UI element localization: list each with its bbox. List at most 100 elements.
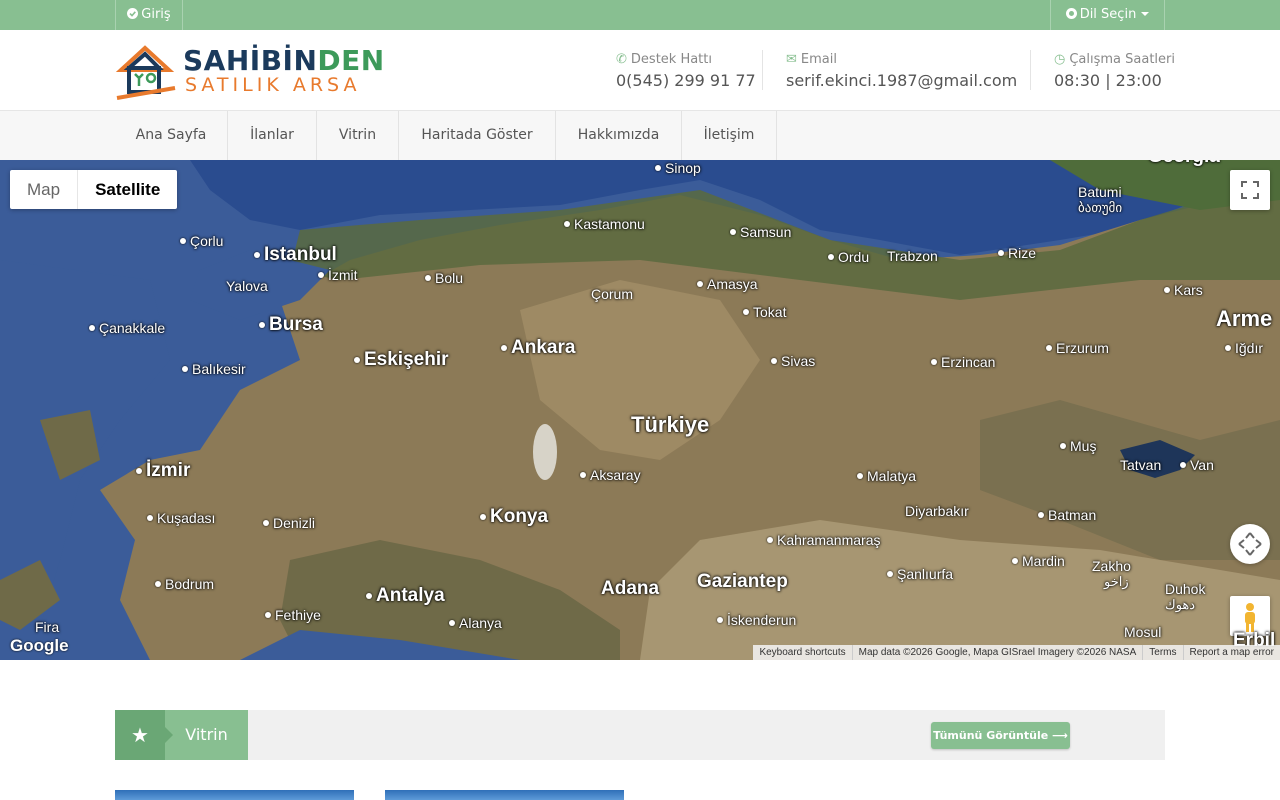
arrow-right-icon: ⟶: [1052, 729, 1068, 742]
map-label: Malatya: [857, 468, 916, 484]
map-label: Ordu: [828, 249, 869, 265]
map-label: دهوك: [1165, 597, 1196, 612]
listing-card[interactable]: [385, 790, 624, 800]
map-label: Çorum: [591, 286, 634, 302]
map-label: Çanakkale: [89, 320, 165, 336]
map-label: Sinop: [655, 160, 701, 176]
top-bar: Giriş Dil Seçin: [0, 0, 1280, 30]
map-label: Kars: [1164, 282, 1203, 298]
map-label: Iğdır: [1225, 340, 1263, 356]
map-label: Bursa: [259, 314, 323, 336]
move-arrows-icon: [1238, 532, 1262, 556]
globe-icon: [1065, 8, 1077, 19]
map-label: Yalova: [226, 278, 268, 294]
nav-item-listings[interactable]: İlanlar: [228, 111, 317, 160]
map-label: Ankara: [501, 337, 575, 359]
map-attribution: Keyboard shortcuts Map data ©2026 Google…: [753, 645, 1280, 660]
caret-down-icon: [1141, 12, 1150, 16]
map-label: Şanlıurfa: [887, 566, 953, 582]
main-nav: Ana Sayfa İlanlar Vitrin Haritada Göster…: [0, 111, 1280, 161]
support-phone: 0(545) 299 91 77: [616, 71, 756, 90]
map-label: Balıkesir: [182, 361, 246, 377]
listing-card[interactable]: [115, 790, 354, 800]
site-header: SAHİBİNDEN SATILIK ARSA ✆ Destek Hattı 0(…: [0, 30, 1280, 111]
keyboard-shortcuts-link[interactable]: Keyboard shortcuts: [753, 645, 851, 660]
map-label: Erzurum: [1046, 340, 1109, 356]
map-label: Georgia: [1148, 160, 1220, 168]
report-map-error-link[interactable]: Report a map error: [1182, 645, 1280, 660]
star-icon: ★: [115, 710, 165, 760]
map-label: İskenderun: [717, 612, 796, 628]
map-label: Kuşadası: [147, 510, 215, 526]
map-label: Zakho: [1092, 558, 1131, 574]
map-label: Gaziantep: [697, 571, 788, 592]
map-label: Kahramanmaraş: [767, 532, 881, 548]
phone-icon: ✆: [616, 52, 627, 67]
nav-item-contact[interactable]: İletişim: [682, 111, 777, 160]
hours-label: Çalışma Saatleri: [1069, 52, 1175, 67]
nav-item-map[interactable]: Haritada Göster: [399, 111, 556, 160]
google-logo: Google: [10, 636, 69, 655]
map-label: Kastamonu: [564, 216, 645, 232]
map-label: Adana: [601, 578, 660, 599]
map-label: Fethiye: [265, 607, 321, 623]
hours-info: ◷ Çalışma Saatleri 08:30 | 23:00: [1054, 52, 1175, 90]
map-data-credit: Map data ©2026 Google, Mapa GISrael Imag…: [851, 645, 1143, 660]
support-info: ✆ Destek Hattı 0(545) 299 91 77: [616, 52, 756, 90]
divider: [762, 50, 763, 90]
map-label: Tatvan: [1120, 457, 1162, 473]
login-label: Giriş: [141, 7, 171, 22]
map-label: İzmir: [136, 460, 190, 482]
map-label: Van: [1180, 457, 1214, 473]
camera-control-button[interactable]: [1230, 524, 1270, 564]
map-label: Diyarbakır: [905, 503, 969, 519]
fullscreen-icon: [1241, 181, 1259, 199]
map-label: Alanya: [449, 615, 502, 631]
map-label: Denizli: [263, 515, 315, 531]
map-label: Mardin: [1012, 553, 1065, 569]
map-label: Konya: [480, 506, 548, 528]
nav-item-home[interactable]: Ana Sayfa: [115, 111, 228, 160]
logo-subtitle: SATILIK ARSA: [185, 74, 361, 96]
login-link[interactable]: Giriş: [115, 0, 183, 30]
language-dropdown[interactable]: Dil Seçin: [1050, 0, 1165, 30]
map-label: Arme: [1216, 306, 1273, 331]
map-label: Batumi: [1078, 184, 1122, 200]
map-label: Fira: [35, 619, 60, 635]
envelope-icon: ✉: [786, 52, 797, 67]
map-label: Erzincan: [931, 354, 995, 370]
showcase-header: ★ Vitrin Tümünü Görüntüle ⟶: [115, 710, 1165, 760]
map-label: Sivas: [771, 353, 815, 369]
support-label: Destek Hattı: [630, 52, 712, 67]
email-address: serif.ekinci.1987@gmail.com: [786, 71, 1018, 90]
map-type-map-button[interactable]: Map: [10, 170, 77, 209]
satellite-map[interactable]: Map Satellite Sinop Kastamonu Samsun Bat…: [0, 160, 1280, 660]
map-label: ბათუმი: [1078, 200, 1123, 215]
terms-link[interactable]: Terms: [1142, 645, 1182, 660]
check-circle-icon: [127, 8, 139, 19]
map-label: Amasya: [697, 276, 758, 292]
view-all-button[interactable]: Tümünü Görüntüle ⟶: [931, 722, 1070, 749]
map-label: İzmit: [318, 267, 358, 283]
map-label: Bodrum: [155, 576, 214, 592]
house-logo-icon: [115, 45, 176, 100]
nav-item-showcase[interactable]: Vitrin: [317, 111, 399, 160]
map-label: Antalya: [366, 585, 445, 607]
map-label: Rize: [998, 245, 1036, 261]
arrow-decoration: [165, 727, 173, 743]
map-label: Bolu: [425, 270, 463, 286]
map-type-satellite-button[interactable]: Satellite: [77, 170, 177, 209]
map-label: زاخو: [1104, 574, 1129, 589]
view-all-label: Tümünü Görüntüle: [933, 729, 1049, 742]
nav-item-about[interactable]: Hakkımızda: [556, 111, 682, 160]
map-label: Istanbul: [254, 244, 337, 266]
language-label: Dil Seçin: [1079, 7, 1137, 22]
logo-title: SAHİBİNDEN: [183, 44, 385, 77]
map-label: Tokat: [743, 304, 786, 320]
map-label: Çorlu: [180, 233, 223, 249]
fullscreen-button[interactable]: [1230, 170, 1270, 210]
map-label: Mosul: [1124, 624, 1162, 640]
site-logo[interactable]: SAHİBİNDEN SATILIK ARSA: [115, 40, 384, 104]
map-label: Eskişehir: [354, 349, 449, 371]
map-label: Batman: [1038, 507, 1096, 523]
